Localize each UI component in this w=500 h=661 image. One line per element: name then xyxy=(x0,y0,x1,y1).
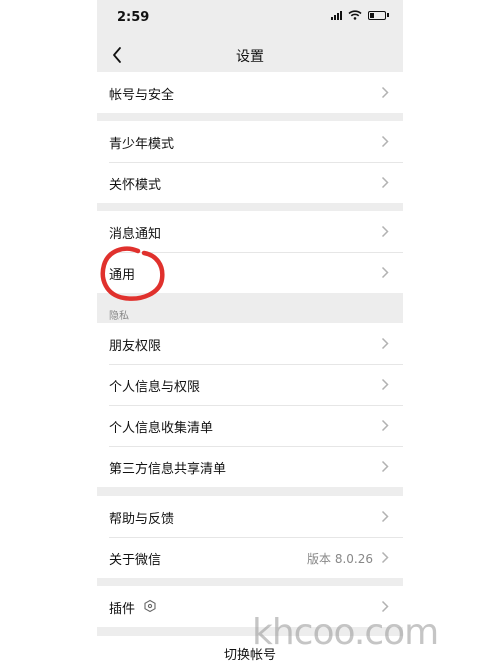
chevron-right-icon xyxy=(381,551,389,564)
page-title: 设置 xyxy=(236,49,264,65)
settings-item-about-wechat[interactable]: 关于微信 版本 8.0.26 xyxy=(97,537,403,578)
chevron-right-icon xyxy=(381,135,389,148)
item-label: 个人信息收集清单 xyxy=(109,421,214,436)
nav-bar: 设置 xyxy=(97,38,403,72)
status-icons xyxy=(331,10,389,20)
item-label: 插件 xyxy=(109,602,136,617)
section-label-privacy: 隐私 xyxy=(109,311,129,322)
item-label: 关怀模式 xyxy=(109,178,162,193)
item-label: 帐号与安全 xyxy=(109,88,175,103)
chevron-right-icon xyxy=(381,460,389,473)
settings-screen: 2:59 设置 帐号与安全 青少年模式 关怀模式 消息通知 通用 隐私 朋友权限… xyxy=(97,0,403,661)
chevron-right-icon xyxy=(381,225,389,238)
settings-item-third-party-sharing-list[interactable]: 第三方信息共享清单 xyxy=(97,446,403,487)
status-time: 2:59 xyxy=(117,10,150,25)
chevron-right-icon xyxy=(381,337,389,350)
group-modes: 青少年模式 关怀模式 xyxy=(97,121,403,203)
group-privacy: 朋友权限 个人信息与权限 个人信息收集清单 第三方信息共享清单 xyxy=(97,323,403,487)
item-label: 通用 xyxy=(109,268,136,283)
item-label: 青少年模式 xyxy=(109,137,175,152)
version-value: 版本 8.0.26 xyxy=(307,552,373,566)
chevron-right-icon xyxy=(381,510,389,523)
chevron-right-icon xyxy=(381,86,389,99)
item-label: 消息通知 xyxy=(109,227,162,242)
item-label: 帮助与反馈 xyxy=(109,512,175,527)
item-label: 第三方信息共享清单 xyxy=(109,462,227,477)
chevron-right-icon xyxy=(381,176,389,189)
settings-item-info-collection-list[interactable]: 个人信息收集清单 xyxy=(97,405,403,446)
settings-item-notifications[interactable]: 消息通知 xyxy=(97,211,403,252)
settings-item-account-security[interactable]: 帐号与安全 xyxy=(97,72,403,113)
wifi-icon xyxy=(348,10,362,20)
battery-tip xyxy=(387,13,389,17)
settings-item-care-mode[interactable]: 关怀模式 xyxy=(97,162,403,203)
chevron-right-icon xyxy=(381,419,389,432)
group-account: 帐号与安全 xyxy=(97,72,403,113)
group-notifications: 消息通知 通用 xyxy=(97,211,403,293)
item-label: 关于微信 xyxy=(109,553,162,568)
battery-icon xyxy=(368,10,386,20)
signal-icon xyxy=(331,10,342,20)
item-label: 朋友权限 xyxy=(109,339,162,354)
settings-item-help-feedback[interactable]: 帮助与反馈 xyxy=(97,496,403,537)
status-bar: 2:59 xyxy=(97,0,403,38)
settings-item-personal-info-permissions[interactable]: 个人信息与权限 xyxy=(97,364,403,405)
group-help-about: 帮助与反馈 关于微信 版本 8.0.26 xyxy=(97,496,403,578)
settings-item-friend-permissions[interactable]: 朋友权限 xyxy=(97,323,403,364)
plugin-icon xyxy=(144,599,156,613)
settings-item-general[interactable]: 通用 xyxy=(97,252,403,293)
item-label: 个人信息与权限 xyxy=(109,380,201,395)
chevron-right-icon xyxy=(381,266,389,279)
settings-item-teen-mode[interactable]: 青少年模式 xyxy=(97,121,403,162)
watermark: khcoo.com xyxy=(252,612,439,653)
chevron-right-icon xyxy=(381,378,389,391)
